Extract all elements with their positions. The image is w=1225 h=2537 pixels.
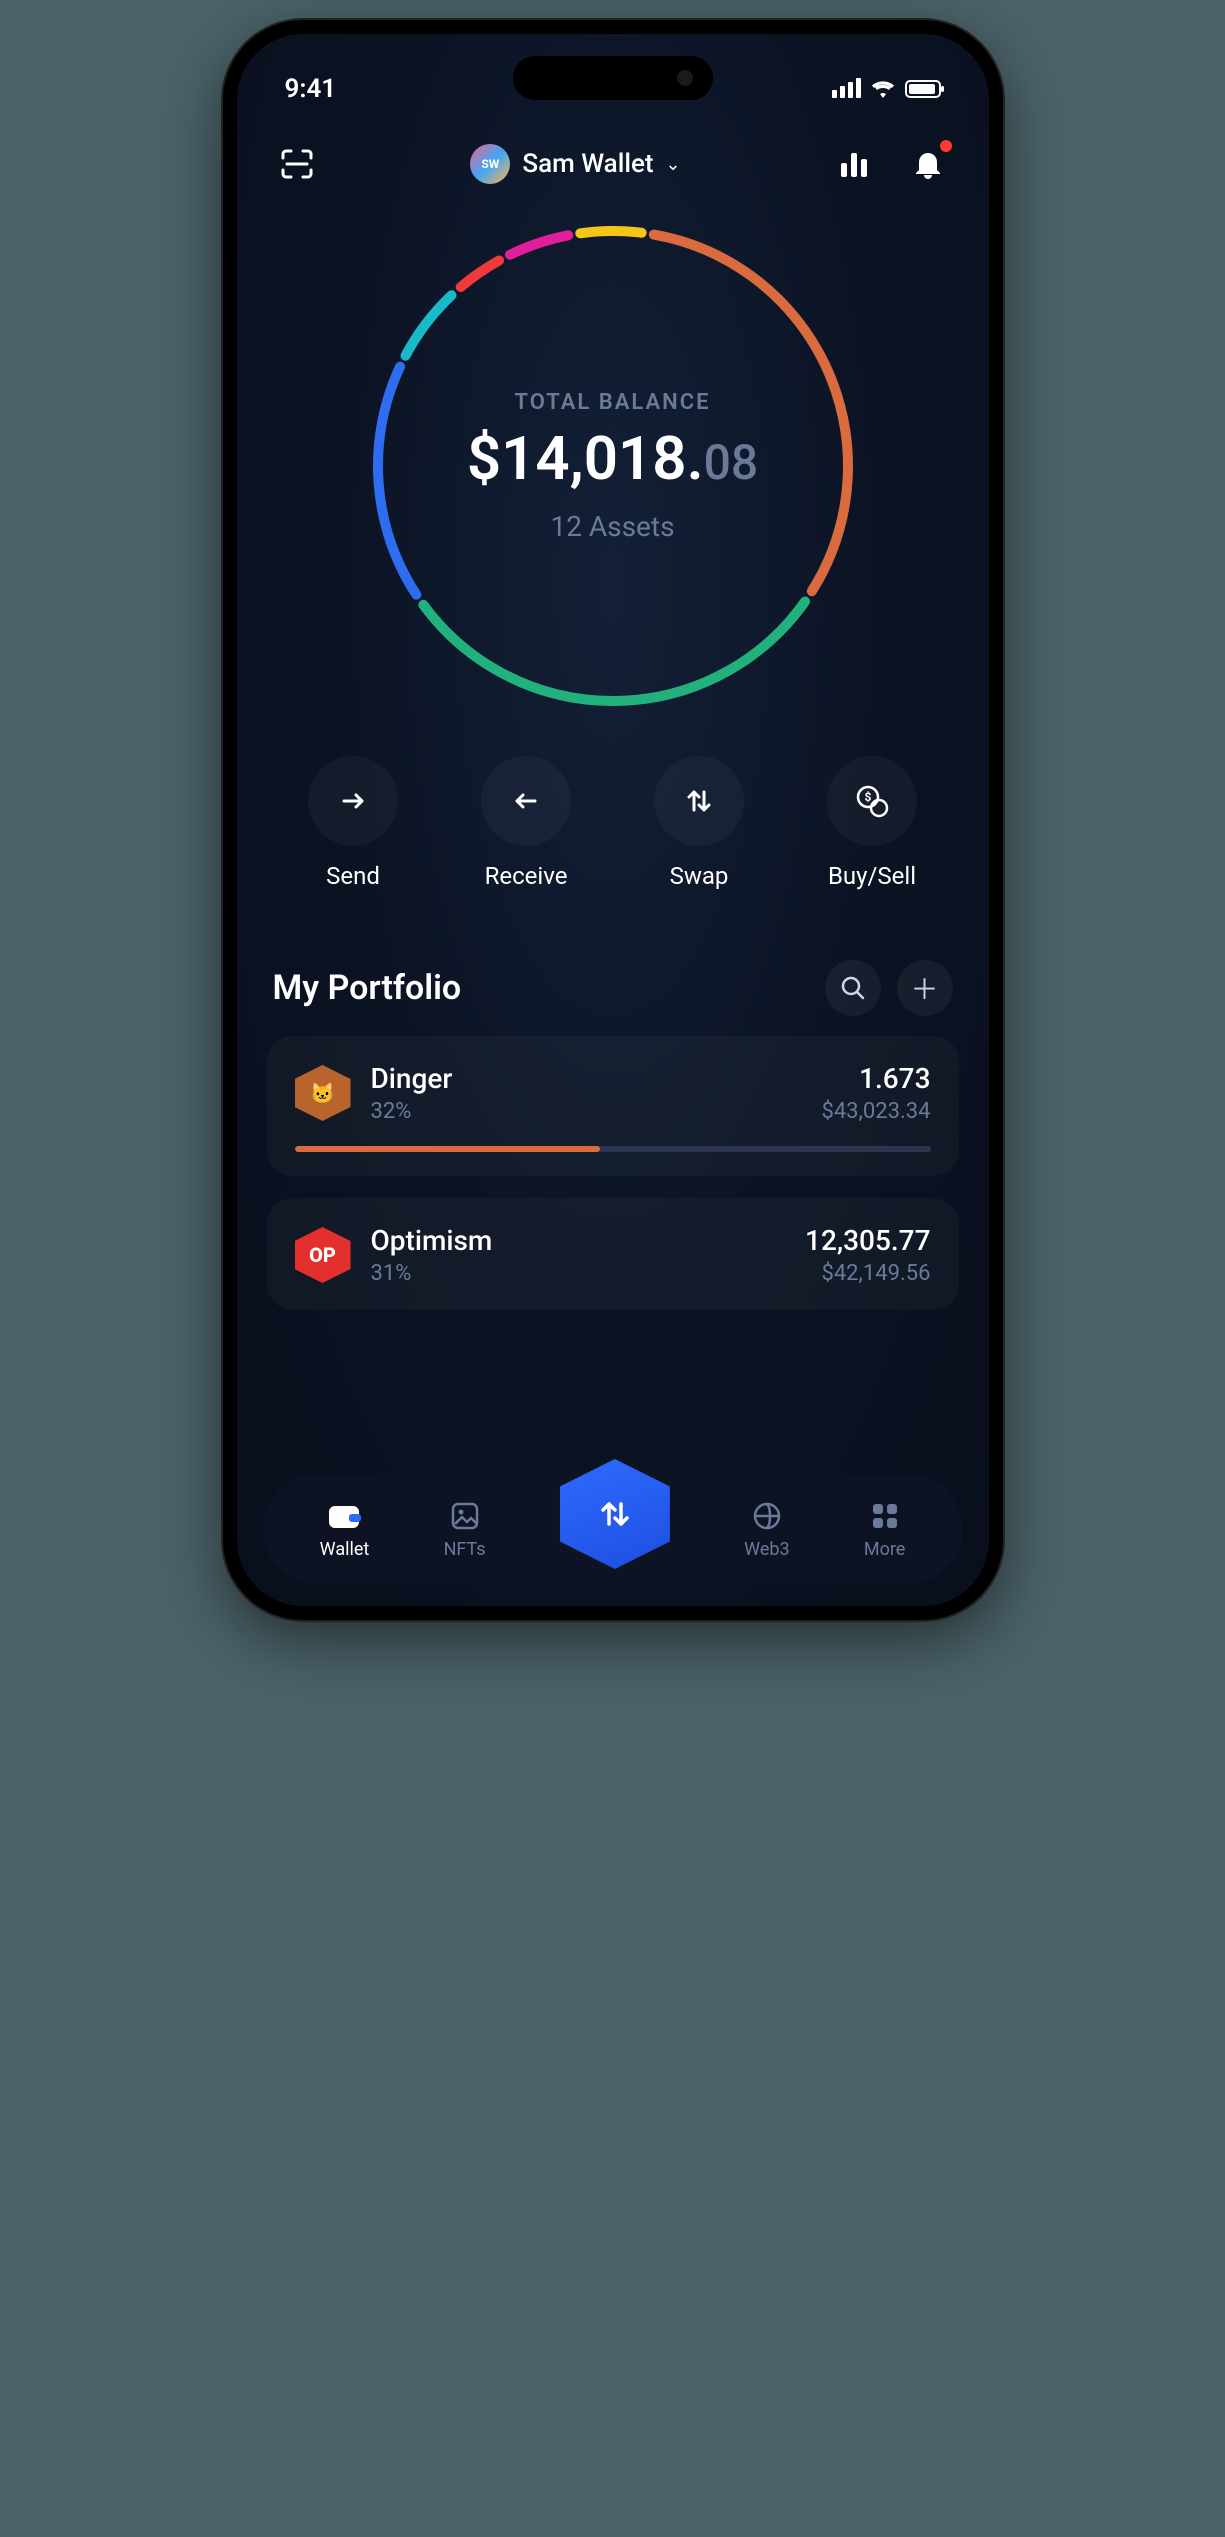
balance-amount: $14,018.08	[467, 423, 758, 494]
status-right	[832, 80, 941, 98]
asset-progress	[295, 1146, 931, 1152]
asset-row[interactable]: OP Optimism 31% 12,305.77 $42,149.56	[267, 1198, 959, 1310]
plus-icon: ＋	[910, 968, 938, 1008]
asset-icon: OP	[295, 1227, 351, 1283]
scan-icon[interactable]	[275, 142, 319, 186]
send-button[interactable]: Send	[308, 756, 398, 890]
phone-frame: 9:41 SW Sam Wallet ⌄	[223, 20, 1003, 1620]
asset-amount: 1.673	[821, 1062, 930, 1095]
asset-percent: 32%	[371, 1099, 802, 1124]
portfolio-header: My Portfolio ＋	[237, 890, 989, 1036]
swap-center-icon	[593, 1492, 637, 1536]
swap-icon	[682, 784, 716, 818]
balance-label: TOTAL BALANCE	[514, 390, 710, 415]
swap-button[interactable]: Swap	[654, 756, 744, 890]
app-header: SW Sam Wallet ⌄	[237, 114, 989, 196]
receive-icon	[509, 784, 543, 818]
send-icon	[336, 784, 370, 818]
search-icon	[840, 975, 866, 1001]
tab-nfts[interactable]: NFTs	[444, 1499, 486, 1560]
svg-text:$: $	[865, 790, 872, 804]
add-button[interactable]: ＋	[897, 960, 953, 1016]
search-button[interactable]	[825, 960, 881, 1016]
stats-icon[interactable]	[832, 142, 876, 186]
wallet-name: Sam Wallet	[522, 149, 653, 179]
cellular-icon	[832, 80, 861, 98]
asset-name: Dinger	[371, 1062, 802, 1095]
nft-icon	[450, 1499, 480, 1533]
wallet-icon	[327, 1499, 361, 1533]
asset-row[interactable]: 🐱 Dinger 32% 1.673 $43,023.34	[267, 1036, 959, 1176]
asset-percent: 31%	[371, 1261, 786, 1286]
wallet-selector[interactable]: SW Sam Wallet ⌄	[470, 144, 680, 184]
dynamic-island	[513, 56, 713, 100]
quick-actions: Send Receive Swap $ Buy/Sell	[237, 716, 989, 890]
notification-dot	[940, 140, 952, 152]
balance-assets: 12 Assets	[550, 510, 674, 543]
portfolio-title: My Portfolio	[273, 968, 462, 1008]
grid-icon	[871, 1499, 899, 1533]
asset-usd: $43,023.34	[821, 1099, 930, 1124]
screen: 9:41 SW Sam Wallet ⌄	[237, 34, 989, 1606]
tab-wallet[interactable]: Wallet	[320, 1499, 370, 1560]
asset-name: Optimism	[371, 1224, 786, 1257]
balance-chart: TOTAL BALANCE $14,018.08 12 Assets	[237, 196, 989, 716]
buysell-button[interactable]: $ Buy/Sell	[827, 756, 917, 890]
status-time: 9:41	[285, 74, 337, 104]
notifications-icon[interactable]	[906, 142, 950, 186]
tab-web3[interactable]: Web3	[744, 1499, 789, 1560]
buysell-icon: $	[853, 782, 891, 820]
receive-button[interactable]: Receive	[481, 756, 571, 890]
asset-usd: $42,149.56	[805, 1261, 930, 1286]
chevron-down-icon: ⌄	[666, 154, 681, 175]
wallet-avatar: SW	[470, 144, 510, 184]
wifi-icon	[871, 80, 895, 98]
asset-list: 🐱 Dinger 32% 1.673 $43,023.34 OP Optimis…	[237, 1036, 989, 1310]
tab-bar: Wallet NFTs Web3 More	[263, 1474, 963, 1584]
asset-amount: 12,305.77	[805, 1224, 930, 1257]
center-action-button[interactable]	[560, 1459, 670, 1569]
battery-icon	[905, 80, 941, 98]
asset-icon: 🐱	[295, 1065, 351, 1121]
tab-more[interactable]: More	[864, 1499, 905, 1560]
globe-icon	[752, 1499, 782, 1533]
